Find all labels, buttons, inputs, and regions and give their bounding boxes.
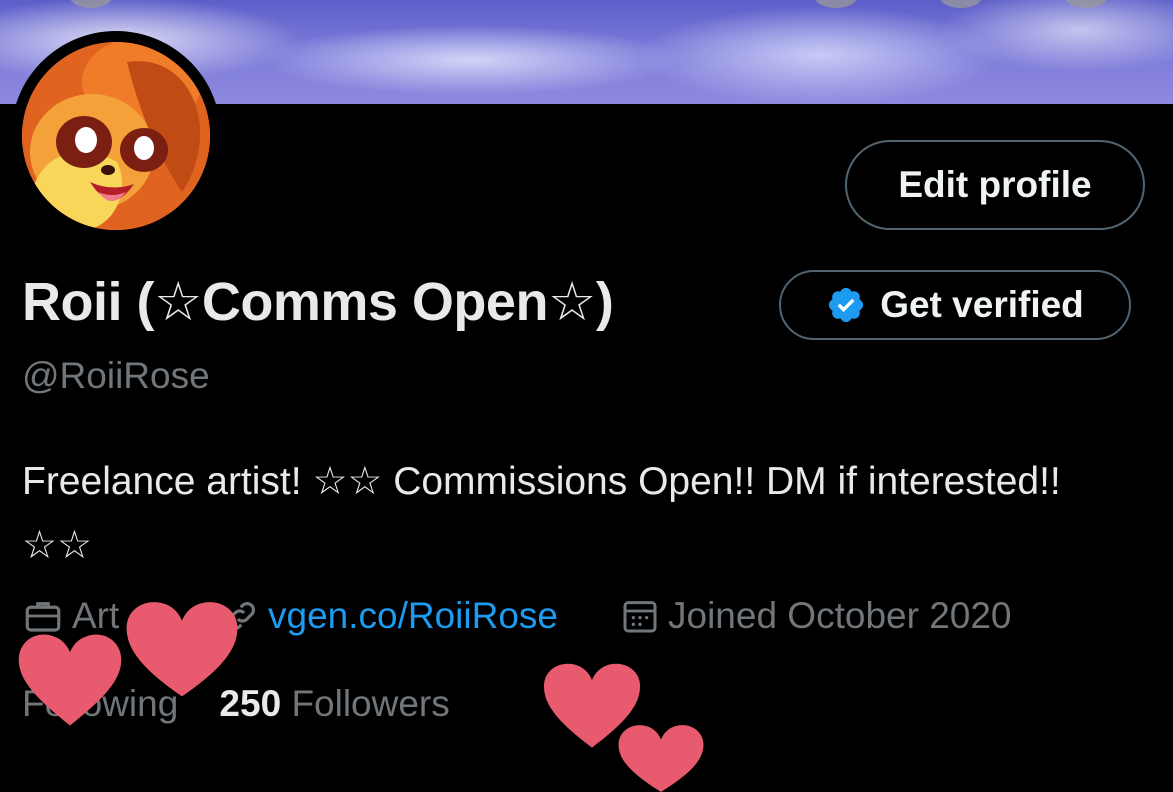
joined-date: Joined October 2020 [668,595,1012,636]
avatar-border [11,31,221,241]
banner-overlay-button-back[interactable] [70,0,112,8]
heart-sticker-icon [618,725,704,792]
banner-overlay-button-search[interactable] [815,0,857,8]
edit-profile-button[interactable]: Edit profile [845,140,1145,230]
get-verified-button[interactable]: Get verified [779,270,1131,340]
joined-item: Joined October 2020 [620,595,1012,637]
website-link[interactable]: vgen.co/RoiiRose [268,595,558,637]
get-verified-label: Get verified [880,284,1084,325]
heart-sticker-icon [126,602,238,697]
website-item[interactable]: vgen.co/RoiiRose [222,595,558,637]
banner-overlay-button-share[interactable] [940,0,982,8]
handle: @RoiiRose [22,355,210,396]
followers-label: Followers [291,683,450,724]
banner-overlay-button-more[interactable] [1065,0,1107,8]
verified-badge-icon [829,287,864,323]
avatar-dog-illustration [22,42,210,230]
calendar-icon [623,601,657,633]
heart-sticker-icon [18,634,122,726]
bio: Freelance artist! ☆☆ Commissions Open!! … [22,460,1061,567]
followers-link[interactable]: 250 Followers [219,683,449,724]
avatar[interactable] [22,42,210,230]
display-name: Roii (☆Comms Open☆) [22,272,614,332]
